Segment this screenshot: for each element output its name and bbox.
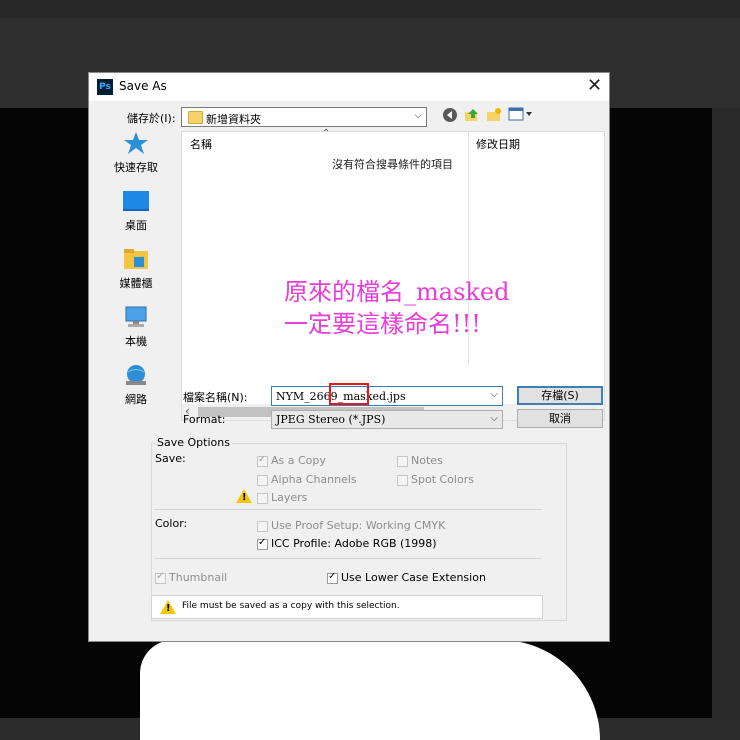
annotation-line-2: 一定要這樣命名!!!: [284, 310, 481, 338]
place-label: 桌面: [125, 219, 147, 232]
place-network[interactable]: 網路: [95, 363, 177, 419]
annotation-text: 原來的檔名_masked 一定要這樣命名!!!: [284, 276, 510, 340]
place-this-pc[interactable]: 本機: [95, 305, 177, 361]
use-proof-checkbox[interactable]: Use Proof Setup: Working CMYK: [257, 519, 445, 533]
use-proof-label: Use Proof Setup: Working CMYK: [271, 519, 446, 532]
save-button[interactable]: 存檔(S): [517, 386, 603, 405]
computer-icon: [122, 305, 150, 329]
icc-profile-checkbox[interactable]: ICC Profile: Adobe RGB (1998): [257, 537, 437, 551]
warning-message: File must be saved as a copy with this s…: [182, 601, 400, 611]
checkbox-box: [397, 474, 408, 486]
format-select[interactable]: JPEG Stereo (*.JPS) ⌵: [271, 410, 503, 429]
annotation-line-1: 原來的檔名_masked: [284, 278, 510, 306]
checkbox-box: [397, 455, 408, 467]
folder-icon: [188, 111, 203, 124]
column-date-header[interactable]: 修改日期: [476, 136, 520, 152]
as-copy-checkbox[interactable]: As a Copy: [257, 454, 326, 468]
places-bar: 快速存取 桌面 媒體櫃 本機 網路: [95, 131, 177, 409]
layers-label: Layers: [271, 491, 308, 504]
filename-label: 檔案名稱(N):: [183, 391, 248, 404]
checkbox-box: [257, 520, 268, 532]
library-icon: [122, 247, 150, 271]
chevron-down-icon: ⌵: [490, 389, 498, 400]
location-value: 新增資料夾: [206, 113, 261, 126]
as-copy-label: As a Copy: [271, 454, 326, 467]
place-label: 網路: [125, 393, 147, 406]
view-menu-icon[interactable]: [507, 107, 533, 125]
canvas-right-edge: [712, 108, 740, 718]
options-separator: [155, 509, 541, 510]
location-combo[interactable]: 新增資料夾 ⌵: [181, 107, 427, 127]
place-label: 快速存取: [114, 161, 158, 174]
warning-message-box: ! File must be saved as a copy with this…: [151, 595, 543, 619]
format-value: JPEG Stereo (*.JPS): [276, 413, 386, 426]
chevron-down-icon: ⌵: [490, 413, 498, 424]
dialog-title: Save As: [119, 79, 167, 93]
place-label: 本機: [125, 335, 147, 348]
place-quick-access[interactable]: 快速存取: [95, 131, 177, 187]
options-separator: [155, 558, 541, 559]
lower-case-extension-checkbox[interactable]: Use Lower Case Extension: [327, 571, 486, 585]
highlight-box: [329, 383, 369, 405]
column-name-header[interactable]: 名稱: [190, 136, 212, 152]
chevron-down-icon: ⌵: [414, 110, 422, 121]
notes-label: Notes: [411, 454, 443, 467]
checkbox-box: [257, 537, 268, 550]
location-label: 儲存於(I):: [127, 112, 176, 125]
checkbox-box: [155, 571, 166, 584]
sort-up-icon: ⌃: [322, 128, 331, 139]
alpha-channels-label: Alpha Channels: [271, 473, 357, 486]
place-library[interactable]: 媒體櫃: [95, 247, 177, 303]
color-label: Color:: [155, 517, 188, 530]
empty-message: 沒有符合搜尋條件的項目: [332, 158, 453, 171]
spot-colors-checkbox[interactable]: Spot Colors: [397, 473, 474, 487]
checkbox-box: [257, 492, 268, 504]
filename-input[interactable]: NYM_2669_masked.jps ⌵: [271, 386, 503, 406]
dialog-titlebar: Ps Save As ✕: [89, 73, 609, 101]
save-options-heading: Save Options: [155, 436, 232, 449]
save-label: Save:: [155, 452, 186, 465]
network-icon: [122, 363, 150, 387]
alpha-channels-checkbox[interactable]: Alpha Channels: [257, 473, 357, 487]
layers-checkbox[interactable]: Layers: [257, 491, 307, 505]
spot-colors-label: Spot Colors: [411, 473, 474, 486]
icc-profile-label: ICC Profile: Adobe RGB (1998): [271, 537, 437, 550]
photoshop-icon: Ps: [97, 79, 113, 95]
place-desktop[interactable]: 桌面: [95, 189, 177, 245]
up-folder-icon[interactable]: [463, 107, 481, 125]
back-icon[interactable]: [441, 107, 459, 125]
file-list[interactable]: ⌃ 名稱 修改日期 沒有符合搜尋條件的項目 原來的檔名_masked 一定要這樣…: [181, 128, 605, 421]
checkbox-box: [257, 454, 268, 467]
warning-mark: !: [242, 492, 247, 503]
checkbox-box: [327, 571, 338, 584]
checkbox-box: [257, 474, 268, 486]
desktop-icon: [122, 189, 150, 213]
new-folder-icon[interactable]: [485, 107, 503, 125]
thumbnail-label: Thumbnail: [169, 571, 228, 584]
notes-checkbox[interactable]: Notes: [397, 454, 443, 468]
thumbnail-checkbox[interactable]: Thumbnail: [155, 571, 227, 585]
close-icon[interactable]: ✕: [587, 75, 602, 96]
place-label: 媒體櫃: [119, 277, 153, 290]
warning-mark: !: [166, 603, 171, 614]
app-top-bar: [0, 0, 740, 18]
star-icon: [122, 131, 150, 155]
save-as-dialog: Ps Save As ✕ 儲存於(I): 新增資料夾 ⌵ 快速存取 桌面 媒體櫃…: [88, 72, 610, 642]
format-label: Format:: [183, 413, 226, 426]
cancel-button[interactable]: 取消: [517, 409, 603, 428]
canvas-image-shape: [140, 640, 600, 740]
lower-case-label: Use Lower Case Extension: [341, 571, 486, 584]
